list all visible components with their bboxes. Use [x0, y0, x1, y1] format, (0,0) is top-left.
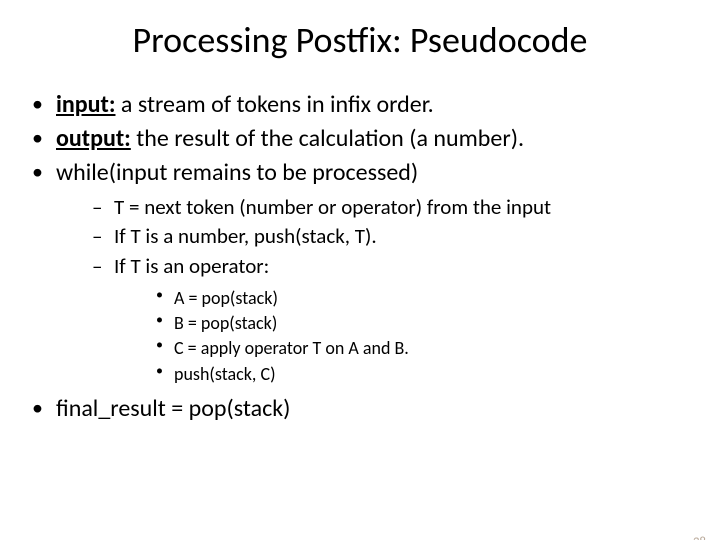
text-input: a stream of tokens in infix order. [115, 90, 433, 119]
slide: Processing Postfix: Pseudocode input: a … [0, 18, 720, 540]
bullet-list-level1: input: a stream of tokens in infix order… [32, 90, 720, 424]
bullet-list-level3: A = pop(stack) B = pop(stack) C = apply … [156, 286, 720, 386]
bullet-list-level2: T = next token (number or operator) from… [92, 194, 720, 386]
label-input: input: [56, 90, 115, 119]
bullet-output: output: the result of the calculation (a… [32, 124, 720, 154]
text-output: the result of the calculation (a number)… [131, 124, 524, 153]
op-b-pop: B = pop(stack) [156, 311, 720, 335]
op-push-c: push(stack, C) [156, 362, 720, 386]
sub-if-number: If T is a number, push(stack, T). [92, 223, 720, 250]
sub-next-token: T = next token (number or operator) from… [92, 194, 720, 221]
text-while: while(input remains to be processed) [56, 158, 418, 187]
bullet-final-result: final_result = pop(stack) [32, 394, 720, 424]
op-c-apply: C = apply operator T on A and B. [156, 336, 720, 360]
page-number: 38 [693, 535, 706, 540]
label-output: output: [56, 124, 131, 153]
bullet-while: while(input remains to be processed) T =… [32, 158, 720, 386]
slide-title: Processing Postfix: Pseudocode [0, 18, 720, 62]
op-a-pop: A = pop(stack) [156, 286, 720, 310]
sub-if-operator: If T is an operator: A = pop(stack) B = … [92, 253, 720, 386]
bullet-input: input: a stream of tokens in infix order… [32, 90, 720, 120]
text-if-operator: If T is an operator: [114, 253, 269, 279]
